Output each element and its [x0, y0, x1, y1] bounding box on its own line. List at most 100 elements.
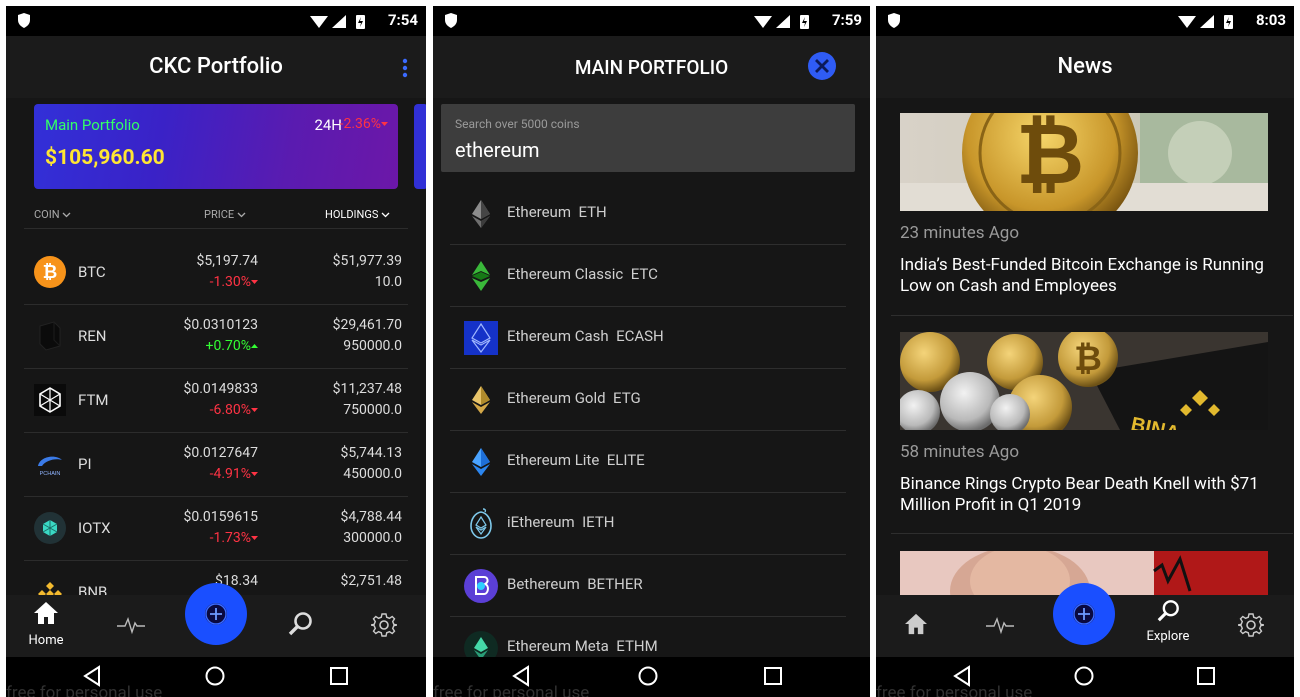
- nav-settings[interactable]: [1221, 595, 1281, 657]
- nav-home[interactable]: [886, 595, 946, 657]
- shield-icon: [18, 13, 30, 28]
- result-name: Ethereum: [507, 203, 571, 221]
- result-ethereum[interactable]: Ethereum ETH: [450, 183, 846, 245]
- coin-row-pi[interactable]: PCHAIN PI $0.0127647 -4.91% $5,744.13 45…: [24, 432, 408, 497]
- coins-binance-image: ₿ BINA: [900, 332, 1268, 430]
- portfolio-change-value: -2.36%: [339, 116, 381, 132]
- price-column-header[interactable]: PRICE: [204, 208, 246, 221]
- coin-change-value: -1.30%: [209, 274, 251, 290]
- caret-down-icon: [251, 280, 258, 285]
- bottom-nav: Explore: [876, 583, 1294, 657]
- coin-change-value: -4.91%: [209, 466, 251, 482]
- caret-up-icon: [251, 344, 258, 349]
- page-title: MAIN PORTFOLIO: [574, 56, 729, 79]
- recents-icon[interactable]: [1196, 665, 1216, 687]
- article-headline[interactable]: Binance Rings Crypto Bear Death Knell wi…: [900, 474, 1284, 516]
- holding-quantity: 10.0: [374, 274, 402, 290]
- news-screen: 8:03 News ₿ 23 minutes Ago India’s Best-…: [876, 6, 1294, 697]
- result-ethereum-lite[interactable]: Ethereum Lite ELITE: [450, 431, 846, 493]
- home-circle-icon[interactable]: [637, 665, 659, 687]
- app-bar: CKC Portfolio: [6, 36, 426, 98]
- nav-activity[interactable]: [101, 595, 161, 657]
- article-image-binance[interactable]: ₿ BINA: [900, 332, 1268, 430]
- coin-price: $0.0127647: [183, 445, 258, 461]
- status-bar: 8:03: [876, 6, 1294, 36]
- search-icon: [288, 612, 312, 636]
- result-symbol: ETH: [578, 203, 607, 221]
- coin-row-iotx[interactable]: IOTX $0.0159615 -1.73% $4,788.44 300000.…: [24, 496, 408, 561]
- coin-row-ftm[interactable]: FTM $0.0149833 -6.80% $11,237.48 750000.…: [24, 368, 408, 433]
- coin-column-header[interactable]: COIN: [34, 208, 71, 221]
- result-ethereum-cash[interactable]: Ethereum Cash ECASH: [450, 307, 846, 369]
- home-icon: [905, 613, 927, 635]
- status-bar: 7:54: [6, 6, 426, 36]
- article-image-bitcoin[interactable]: ₿: [900, 113, 1268, 211]
- coin-change-value: -1.73%: [209, 530, 251, 546]
- nav-explore[interactable]: Explore: [1138, 595, 1198, 657]
- bitcoin-icon: ₿: [34, 256, 66, 288]
- home-circle-icon[interactable]: [204, 665, 226, 687]
- result-ethereum-classic[interactable]: Ethereum Classic ETC: [450, 245, 846, 307]
- portfolio-change: -2.36%: [340, 116, 388, 132]
- holding-value: $29,461.70: [332, 317, 402, 333]
- watermark: free for personal use: [876, 683, 1033, 697]
- svg-text:₿: ₿: [43, 262, 58, 282]
- chevron-down-icon: [237, 212, 246, 218]
- caret-down-icon: [251, 408, 258, 413]
- next-portfolio-card[interactable]: [414, 104, 426, 189]
- nav-search[interactable]: [270, 595, 330, 657]
- shield-icon: [888, 13, 900, 28]
- add-coin-button[interactable]: [185, 583, 247, 645]
- coin-symbol: PI: [78, 455, 92, 473]
- caret-down-icon: [251, 472, 258, 477]
- holdings-column-header[interactable]: HOLDINGS: [325, 208, 390, 221]
- search-input[interactable]: Search over 5000 coins ethereum: [441, 104, 855, 172]
- svg-text:₿: ₿: [1016, 113, 1084, 201]
- pulse-icon: [117, 616, 145, 635]
- nav-activity[interactable]: [970, 595, 1030, 657]
- portfolio-value: $105,960.60: [45, 146, 165, 170]
- result-iethereum[interactable]: iEthereum IETH: [450, 493, 846, 555]
- app-bar: MAIN PORTFOLIO: [433, 36, 870, 98]
- system-nav-bar: free for personal use: [6, 657, 426, 697]
- coin-price: $5,197.74: [196, 253, 258, 269]
- pulse-icon: [986, 616, 1014, 635]
- result-ethereum-gold[interactable]: Ethereum Gold ETG: [450, 369, 846, 431]
- add-coin-button[interactable]: [1053, 583, 1115, 645]
- gear-icon: [1238, 613, 1264, 637]
- price-column-label: PRICE: [204, 208, 235, 221]
- result-label: Ethereum Classic ETC: [507, 265, 658, 283]
- result-label: Ethereum ETH: [507, 203, 607, 221]
- nav-home[interactable]: Home: [16, 595, 76, 657]
- result-symbol: BETHER: [587, 575, 643, 593]
- portfolio-card[interactable]: Main Portfolio $105,960.60 24H -2.36%: [34, 104, 398, 189]
- ethereum-gold-icon: [472, 386, 490, 414]
- close-button[interactable]: [808, 52, 836, 80]
- recents-icon[interactable]: [329, 665, 349, 687]
- result-symbol: ETHM: [616, 637, 658, 655]
- article-time: 23 minutes Ago: [900, 223, 1020, 243]
- system-nav-bar: free for personal use: [876, 657, 1294, 697]
- result-symbol: ETC: [630, 265, 658, 283]
- app-bar: News: [876, 36, 1294, 98]
- article-headline[interactable]: India’s Best-Funded Bitcoin Exchange is …: [900, 255, 1284, 297]
- chevron-down-icon: [62, 212, 71, 218]
- more-menu-icon[interactable]: [402, 58, 408, 78]
- recents-icon[interactable]: [763, 665, 783, 687]
- coin-row-btc[interactable]: ₿ BTC $5,197.74 -1.30% $51,977.39 10.0: [24, 240, 408, 305]
- holding-quantity: 750000.0: [343, 402, 402, 418]
- search-query: ethereum: [455, 138, 540, 162]
- home-circle-icon[interactable]: [1073, 665, 1095, 687]
- system-nav-bar: free for personal use: [433, 657, 870, 697]
- result-name: Bethereum: [507, 575, 580, 593]
- result-name: iEthereum: [507, 513, 575, 531]
- coin-row-ren[interactable]: REN $0.0310123 +0.70% $29,461.70 950000.…: [24, 304, 408, 369]
- nav-settings[interactable]: [354, 595, 414, 657]
- fantom-icon: [34, 384, 66, 416]
- ethereum-icon: [472, 200, 490, 228]
- portfolio-name: Main Portfolio: [45, 116, 140, 134]
- result-bethereum[interactable]: Bethereum BETHER: [450, 555, 846, 617]
- holding-value: $4,788.44: [340, 509, 402, 525]
- coin-price: $0.0149833: [183, 381, 258, 397]
- add-circle-icon: [205, 603, 227, 625]
